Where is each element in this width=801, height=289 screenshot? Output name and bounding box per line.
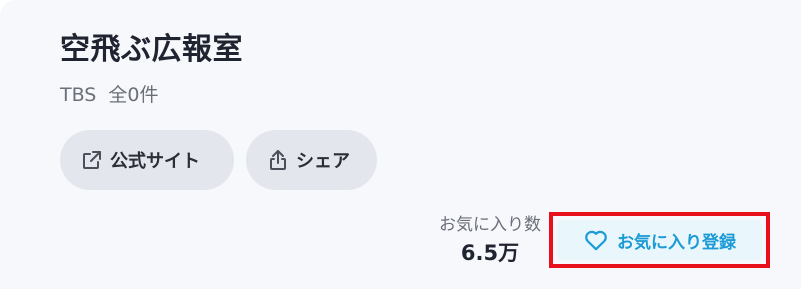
external-link-icon [80, 148, 104, 172]
program-title: 空飛ぶ広報室 [60, 32, 243, 67]
share-button[interactable]: シェア [246, 130, 377, 190]
favorite-count: お気に入り数 6.5万 [439, 210, 541, 267]
program-meta: TBS 全0件 [60, 80, 158, 107]
add-favorite-label: お気に入り登録 [617, 232, 736, 253]
broadcaster-label: TBS [60, 84, 97, 106]
official-site-label: 公式サイト [110, 151, 200, 172]
share-label: シェア [296, 151, 350, 172]
share-icon [266, 148, 290, 172]
favorite-count-label: お気に入り数 [439, 215, 541, 235]
favorite-button-highlight: お気に入り登録 [549, 212, 770, 268]
add-favorite-button[interactable]: お気に入り登録 [557, 220, 762, 260]
program-header-card: 空飛ぶ広報室 TBS 全0件 公式サイト シェア お気に入り数 6.5万 お気に… [0, 0, 801, 289]
heart-icon [583, 227, 609, 253]
favorite-count-value: 6.5万 [460, 241, 520, 265]
official-site-button[interactable]: 公式サイト [60, 130, 234, 190]
episode-count: 全0件 [108, 84, 159, 106]
